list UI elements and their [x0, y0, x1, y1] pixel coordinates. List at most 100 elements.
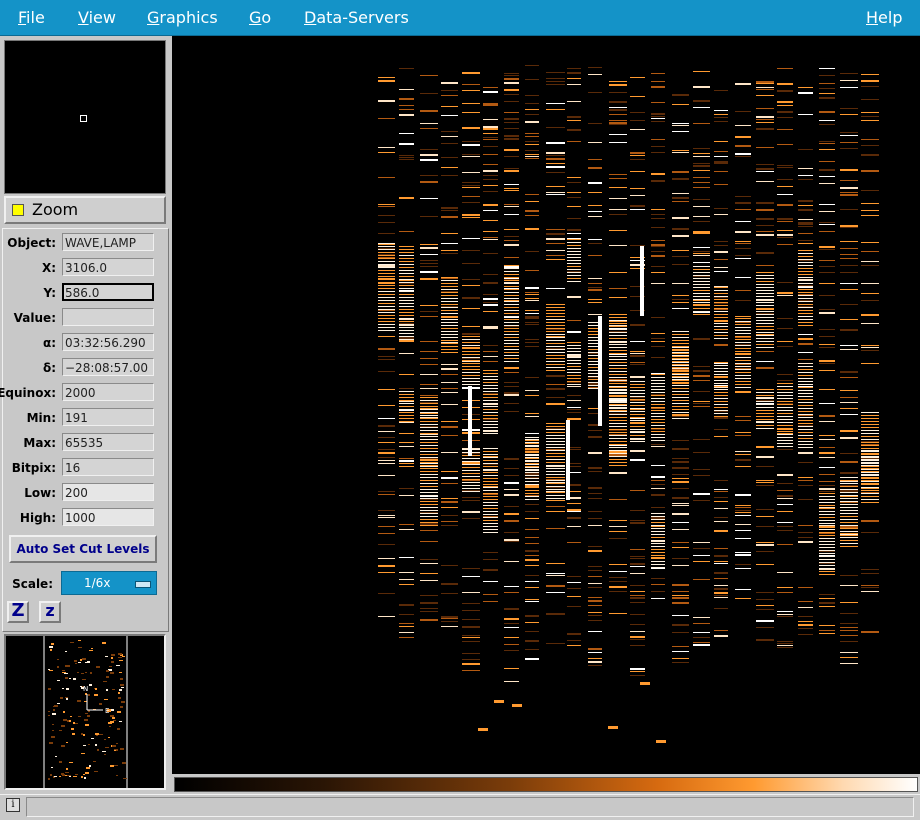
spectral-line	[672, 412, 689, 413]
spectral-line	[651, 180, 665, 182]
spectral-line	[441, 243, 458, 244]
thumb-dot	[106, 676, 109, 678]
high-input[interactable]: 1000	[62, 508, 154, 526]
spectral-line	[630, 96, 645, 97]
spectral-line	[651, 422, 665, 423]
spectral-line	[378, 215, 395, 216]
spectral-line	[588, 74, 602, 75]
spectral-line	[756, 218, 774, 220]
spectral-line	[840, 329, 858, 331]
spectral-line	[441, 278, 458, 279]
spectral-line	[378, 558, 395, 559]
spectral-line	[567, 418, 581, 420]
overview-thumbnail[interactable]: N E	[4, 634, 166, 790]
spectral-line	[651, 341, 665, 342]
spectral-line	[756, 278, 774, 279]
spectral-line	[651, 476, 665, 478]
spectral-line	[693, 623, 710, 624]
thumb-dot	[65, 651, 67, 652]
menu-data-servers[interactable]: Data-Servers	[304, 8, 409, 27]
spectral-line	[525, 449, 539, 450]
spectral-line	[483, 220, 498, 221]
spectral-line	[651, 389, 665, 390]
menu-graphics[interactable]: Graphics	[147, 8, 218, 27]
spectral-line	[819, 283, 835, 284]
low-input[interactable]: 200	[62, 483, 154, 501]
spectral-line	[777, 443, 793, 444]
spectral-line	[777, 413, 793, 414]
spectral-line	[483, 231, 498, 232]
spectral-line	[567, 386, 581, 387]
spectral-line	[483, 404, 498, 405]
spectral-line	[798, 429, 813, 430]
spectral-line	[672, 478, 689, 479]
pan-cursor-box[interactable]	[80, 115, 87, 122]
bitpix-row: Bitpix: 16	[3, 458, 168, 478]
zoom-in-button[interactable]: Z	[7, 601, 29, 623]
spectral-line	[441, 306, 458, 307]
spectral-line	[672, 624, 689, 626]
pan-window[interactable]	[4, 40, 166, 194]
spectral-line	[735, 277, 751, 278]
info-icon[interactable]: i	[6, 798, 20, 812]
spectral-line	[630, 439, 645, 440]
spectral-line	[714, 395, 728, 396]
menu-help[interactable]: Help	[866, 8, 902, 27]
spectral-line	[672, 558, 689, 559]
spectral-line	[630, 112, 645, 113]
spectral-line	[798, 621, 813, 622]
thumb-dot	[61, 725, 65, 727]
spectral-line	[819, 625, 835, 626]
spectral-line	[756, 308, 774, 309]
spectral-line	[588, 167, 602, 169]
spectral-line	[609, 101, 627, 103]
spectral-line	[609, 451, 627, 453]
spectral-line	[861, 474, 879, 475]
spectral-line	[588, 452, 602, 454]
spectral-line	[651, 419, 665, 420]
zoom-toggle-button[interactable]: Zoom	[4, 196, 166, 224]
scale-select[interactable]: 1/6x	[61, 571, 157, 595]
spectral-line	[735, 209, 751, 210]
spectral-line	[441, 322, 458, 323]
spectral-line	[651, 407, 665, 408]
spectral-line	[651, 567, 665, 568]
spectral-line	[441, 349, 458, 350]
spectral-line	[714, 548, 728, 549]
image-canvas[interactable]	[172, 36, 920, 774]
colorbar[interactable]	[172, 774, 920, 792]
spectral-line	[567, 511, 581, 512]
spectral-line	[756, 225, 774, 226]
spectral-line	[672, 123, 689, 124]
spectral-line	[735, 300, 751, 301]
spectral-line	[756, 347, 774, 348]
spectral-line	[567, 281, 581, 282]
spectral-line	[798, 378, 813, 379]
menu-view[interactable]: View	[78, 8, 116, 27]
zoom-out-button[interactable]: z	[39, 601, 61, 623]
spectral-line	[777, 522, 793, 523]
spectral-line	[693, 311, 710, 312]
spectral-line	[420, 260, 438, 261]
spectral-line	[567, 197, 581, 198]
spectral-line	[840, 142, 858, 143]
spectral-line	[567, 68, 581, 69]
spectral-line	[798, 262, 813, 263]
spectral-line	[630, 381, 645, 382]
spectral-line	[588, 314, 602, 315]
spectral-line	[798, 432, 813, 433]
spectral-line	[588, 546, 602, 547]
spectral-line	[399, 626, 414, 627]
spectral-line	[504, 277, 519, 278]
spectral-line	[462, 375, 480, 376]
spectral-line	[504, 506, 519, 507]
spectral-line	[483, 302, 498, 303]
spectral-line	[714, 597, 728, 598]
auto-set-cut-levels-button[interactable]: Auto Set Cut Levels	[9, 535, 157, 563]
spectral-line	[609, 381, 627, 382]
spectral-line	[567, 395, 581, 396]
spectral-line	[399, 321, 414, 322]
menu-go[interactable]: Go	[249, 8, 271, 27]
spectral-line	[504, 681, 519, 682]
menu-file[interactable]: File	[18, 8, 45, 27]
